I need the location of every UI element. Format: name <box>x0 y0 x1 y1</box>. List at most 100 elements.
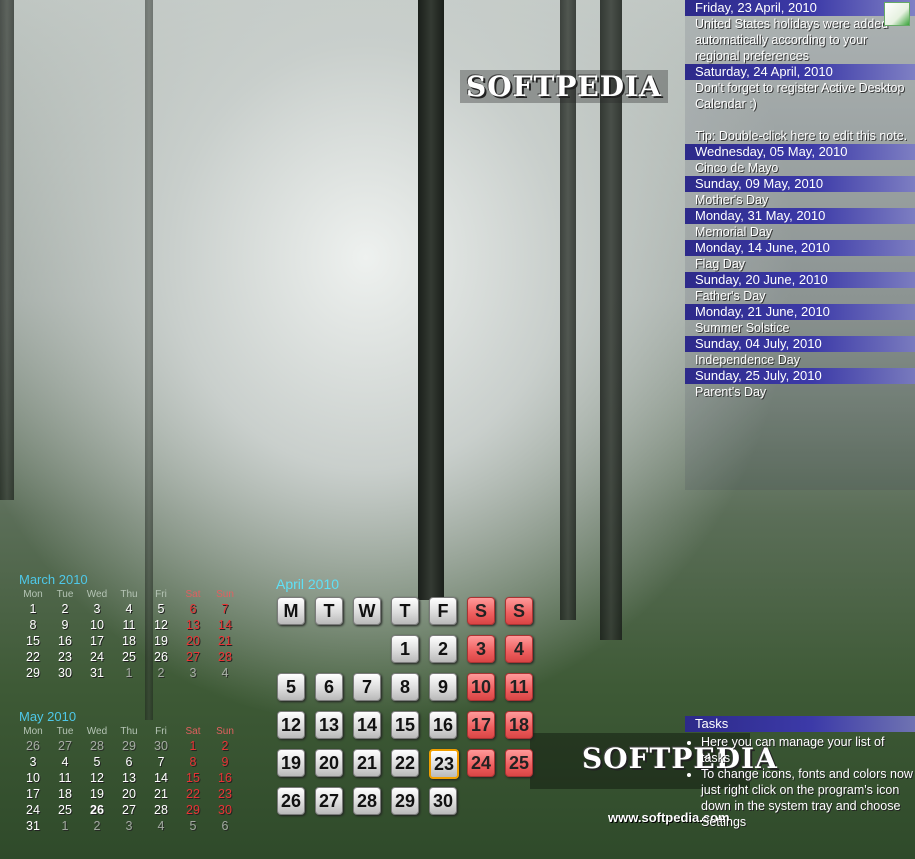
day-cell[interactable]: 8 <box>17 617 49 633</box>
day-cell[interactable]: 27 <box>177 649 209 665</box>
day-tile[interactable]: 6 <box>315 673 343 701</box>
day-cell[interactable]: 14 <box>209 617 241 633</box>
day-cell[interactable]: 4 <box>49 754 81 770</box>
day-cell[interactable]: 3 <box>81 601 113 617</box>
notes-icon[interactable] <box>884 2 910 26</box>
day-cell[interactable]: 5 <box>145 601 177 617</box>
day-cell[interactable]: 22 <box>17 649 49 665</box>
day-cell[interactable]: 3 <box>17 754 49 770</box>
event-item[interactable]: Friday, 23 April, 2010 United States holi… <box>685 0 915 64</box>
day-cell[interactable]: 14 <box>145 770 177 786</box>
day-cell[interactable]: 16 <box>49 633 81 649</box>
day-cell[interactable]: 30 <box>49 665 81 681</box>
day-cell[interactable]: 29 <box>17 665 49 681</box>
day-tile[interactable]: 24 <box>467 749 495 777</box>
event-note[interactable]: Summer Solstice <box>685 320 915 336</box>
day-cell[interactable]: 11 <box>49 770 81 786</box>
day-cell[interactable]: 19 <box>81 786 113 802</box>
day-cell[interactable]: 13 <box>177 617 209 633</box>
day-cell[interactable]: 6 <box>177 601 209 617</box>
day-cell[interactable]: 24 <box>81 649 113 665</box>
day-tile[interactable]: 19 <box>277 749 305 777</box>
day-cell[interactable]: 7 <box>209 601 241 617</box>
day-tile[interactable]: 1 <box>391 635 419 663</box>
day-cell[interactable]: 2 <box>145 665 177 681</box>
day-cell[interactable]: 2 <box>209 738 241 754</box>
day-cell[interactable]: 25 <box>113 649 145 665</box>
event-note[interactable]: Memorial Day <box>685 224 915 240</box>
day-tile[interactable]: 13 <box>315 711 343 739</box>
day-cell[interactable]: 15 <box>17 633 49 649</box>
day-tile[interactable]: 27 <box>315 787 343 815</box>
day-cell[interactable]: 3 <box>113 818 145 834</box>
day-cell[interactable]: 20 <box>177 633 209 649</box>
day-cell[interactable]: 15 <box>177 770 209 786</box>
event-note[interactable]: Flag Day <box>685 256 915 272</box>
day-tile[interactable]: 18 <box>505 711 533 739</box>
event-item[interactable]: Monday, 31 May, 2010 Memorial Day <box>685 208 915 240</box>
day-cell[interactable]: 11 <box>113 617 145 633</box>
event-item[interactable]: Saturday, 24 April, 2010 Don't forget to … <box>685 64 915 144</box>
day-cell[interactable]: 21 <box>145 786 177 802</box>
day-cell[interactable]: 22 <box>177 786 209 802</box>
event-item[interactable]: Monday, 21 June, 2010 Summer Solstice <box>685 304 915 336</box>
day-tile[interactable]: 7 <box>353 673 381 701</box>
day-tile[interactable]: 21 <box>353 749 381 777</box>
event-note[interactable]: United States holidays were added automa… <box>685 16 915 64</box>
day-tile[interactable]: 4 <box>505 635 533 663</box>
day-tile[interactable]: 5 <box>277 673 305 701</box>
day-cell[interactable]: 4 <box>145 818 177 834</box>
event-item[interactable]: Sunday, 04 July, 2010 Independence Day <box>685 336 915 368</box>
day-cell[interactable]: 18 <box>49 786 81 802</box>
event-item[interactable]: Sunday, 20 June, 2010 Father's Day <box>685 272 915 304</box>
day-cell[interactable]: 24 <box>17 802 49 818</box>
day-tile[interactable]: 26 <box>277 787 305 815</box>
day-tile[interactable]: 10 <box>467 673 495 701</box>
day-cell[interactable]: 21 <box>209 633 241 649</box>
day-tile[interactable]: 22 <box>391 749 419 777</box>
event-note[interactable]: Cinco de Mayo <box>685 160 915 176</box>
day-cell[interactable]: 9 <box>209 754 241 770</box>
day-tile[interactable]: 3 <box>467 635 495 663</box>
event-note[interactable]: Mother's Day <box>685 192 915 208</box>
day-cell[interactable]: 17 <box>17 786 49 802</box>
day-cell[interactable]: 12 <box>81 770 113 786</box>
day-cell[interactable]: 28 <box>81 738 113 754</box>
day-tile[interactable]: 29 <box>391 787 419 815</box>
mini-calendar-may[interactable]: May 2010 Mon Tue Wed Thu Fri Sat Sun 26 27 28 29 30… <box>17 708 252 834</box>
day-cell[interactable]: 10 <box>81 617 113 633</box>
day-cell[interactable]: 8 <box>177 754 209 770</box>
day-cell[interactable]: 31 <box>81 665 113 681</box>
day-cell[interactable]: 19 <box>145 633 177 649</box>
event-item[interactable]: Wednesday, 05 May, 2010 Cinco de Mayo <box>685 144 915 176</box>
day-tile[interactable]: 17 <box>467 711 495 739</box>
day-cell[interactable]: 1 <box>113 665 145 681</box>
day-cell[interactable]: 30 <box>145 738 177 754</box>
day-tile[interactable]: 28 <box>353 787 381 815</box>
day-cell[interactable]: 17 <box>81 633 113 649</box>
day-cell[interactable]: 2 <box>49 601 81 617</box>
day-cell[interactable]: 28 <box>145 802 177 818</box>
day-cell[interactable]: 18 <box>113 633 145 649</box>
day-cell[interactable]: 9 <box>49 617 81 633</box>
day-cell[interactable]: 25 <box>49 802 81 818</box>
event-list[interactable]: Friday, 23 April, 2010 United States holi… <box>685 0 915 400</box>
day-tile[interactable]: 15 <box>391 711 419 739</box>
day-cell[interactable]: 23 <box>209 786 241 802</box>
day-cell[interactable]: 6 <box>209 818 241 834</box>
event-item[interactable]: Monday, 14 June, 2010 Flag Day <box>685 240 915 272</box>
day-cell[interactable]: 26 <box>17 738 49 754</box>
event-note[interactable]: Independence Day <box>685 352 915 368</box>
day-cell[interactable]: 6 <box>113 754 145 770</box>
day-cell[interactable]: 4 <box>113 601 145 617</box>
day-tile[interactable]: 16 <box>429 711 457 739</box>
main-calendar[interactable]: April 2010 M T W T F S S 1 2 3 4 5 6 7 8 9 10 11 12 13 14 15 1… <box>276 574 542 822</box>
event-note[interactable]: Don't forget to register Active Desktop … <box>685 80 915 144</box>
day-cell[interactable]: 2 <box>81 818 113 834</box>
day-tile[interactable]: 11 <box>505 673 533 701</box>
day-tile[interactable]: 12 <box>277 711 305 739</box>
day-cell[interactable]: 4 <box>209 665 241 681</box>
day-tile[interactable]: 25 <box>505 749 533 777</box>
day-tile[interactable]: 23 <box>429 749 459 779</box>
day-cell[interactable]: 7 <box>145 754 177 770</box>
